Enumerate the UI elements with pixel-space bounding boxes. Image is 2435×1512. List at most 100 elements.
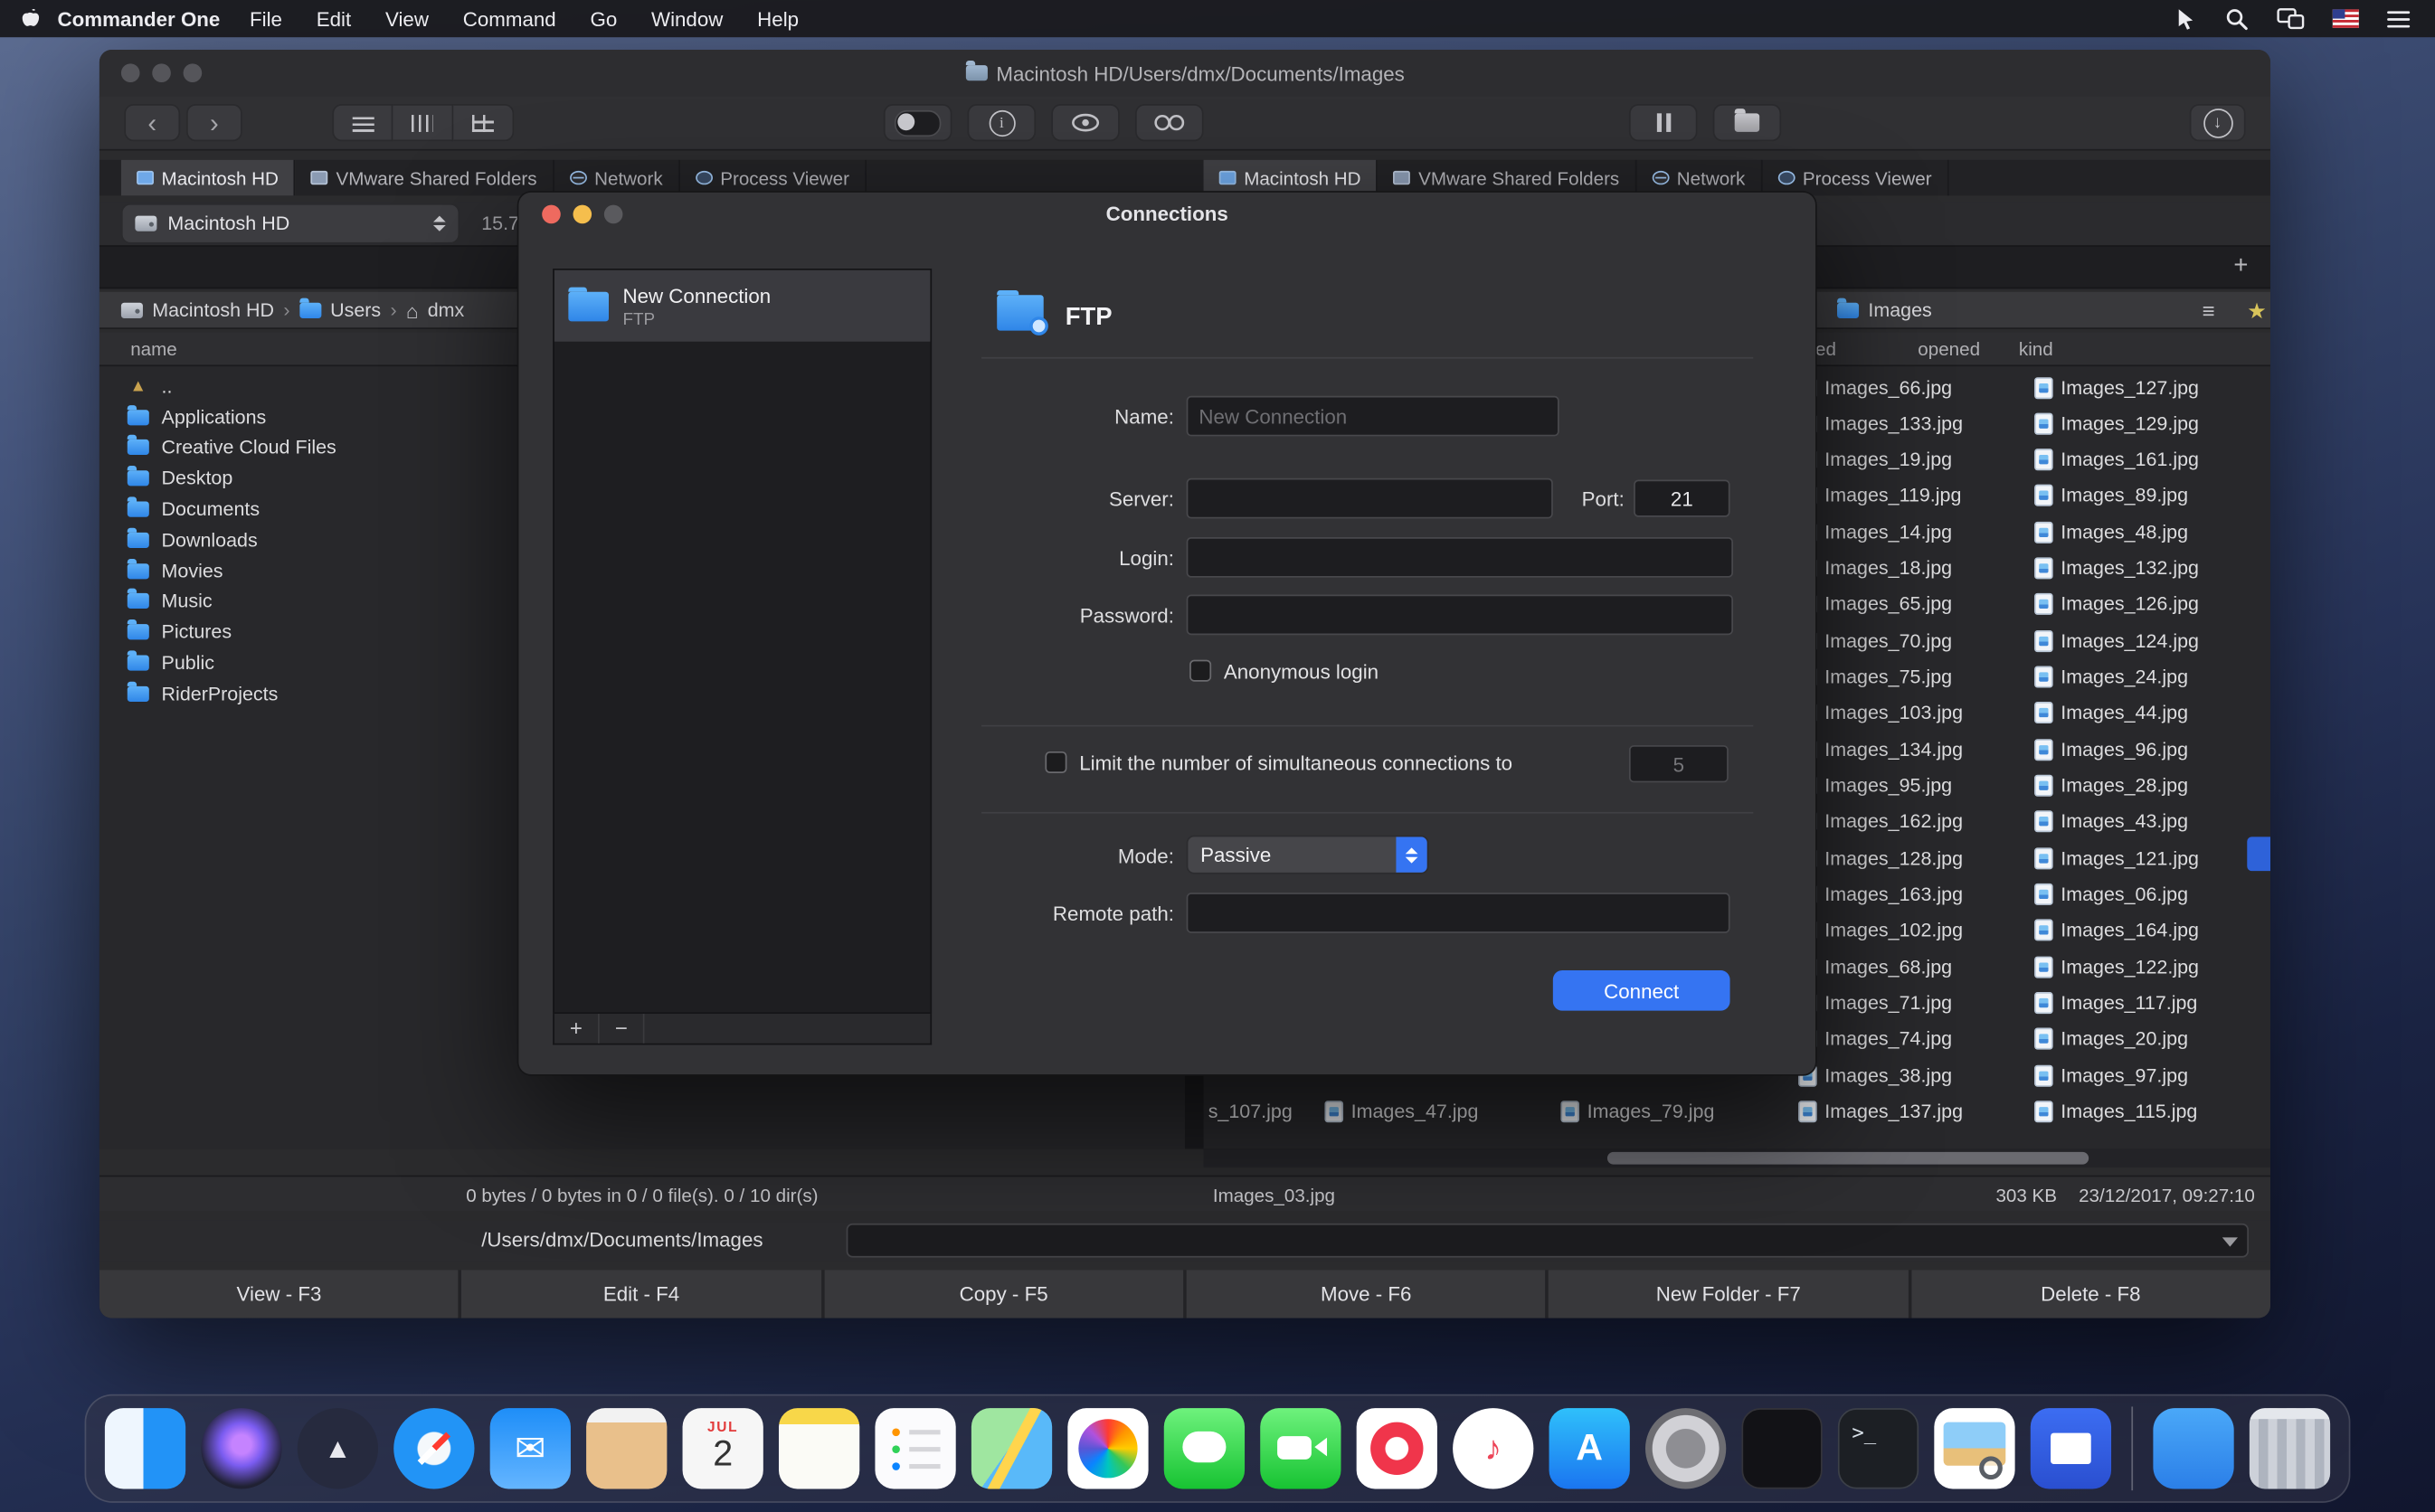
file-item[interactable]: Images_137.jpg bbox=[1798, 1094, 1963, 1129]
file-item[interactable]: Images_70.jpg bbox=[1798, 623, 1952, 658]
menu-item-edit[interactable]: Edit bbox=[299, 7, 368, 31]
crumb-images[interactable]: Images bbox=[1868, 299, 1931, 321]
port-field[interactable] bbox=[1634, 480, 1729, 517]
login-field[interactable] bbox=[1187, 537, 1733, 578]
file-item[interactable]: Images_96.jpg bbox=[2034, 732, 2188, 767]
scrollbar-thumb[interactable] bbox=[1607, 1152, 2089, 1165]
forward-button[interactable]: › bbox=[186, 104, 242, 141]
view-thumbs-button[interactable] bbox=[453, 104, 514, 141]
dock-icon-safari[interactable] bbox=[393, 1408, 474, 1488]
file-item[interactable]: Images_65.jpg bbox=[1798, 587, 1952, 622]
copy-f5-button[interactable]: Copy - F5 bbox=[821, 1270, 1184, 1318]
file-item[interactable]: Images_14.jpg bbox=[1798, 515, 1952, 550]
view-full-button[interactable] bbox=[332, 104, 393, 141]
column-header-kind[interactable]: kind bbox=[2019, 332, 2053, 366]
dock-icon-launchpad[interactable]: ▲ bbox=[298, 1408, 378, 1488]
anonymous-login-checkbox[interactable] bbox=[1189, 660, 1211, 682]
edit-f4-button[interactable]: Edit - F4 bbox=[459, 1270, 821, 1318]
file-item[interactable]: Images_43.jpg bbox=[2034, 804, 2188, 839]
search-files-button[interactable] bbox=[1135, 104, 1204, 141]
limit-connections-checkbox[interactable] bbox=[1045, 751, 1066, 773]
file-item-clipped[interactable]: s_107.jpg bbox=[1208, 1094, 1293, 1129]
dock-icon-photos[interactable] bbox=[1067, 1408, 1148, 1488]
dock-icon-itunes[interactable]: ♪ bbox=[1453, 1408, 1533, 1488]
horizontal-scrollbar[interactable] bbox=[1204, 1148, 2270, 1167]
menu-item-window[interactable]: Window bbox=[634, 7, 740, 31]
connection-list-item[interactable]: New Connection FTP bbox=[554, 270, 930, 342]
file-item[interactable]: Images_122.jpg bbox=[2034, 949, 2199, 984]
downloads-queue-button[interactable]: ↓ bbox=[2190, 104, 2246, 141]
password-field[interactable] bbox=[1187, 595, 1733, 636]
file-item[interactable]: Images_18.jpg bbox=[1798, 551, 1952, 586]
name-field[interactable] bbox=[1187, 396, 1559, 437]
file-item[interactable]: Images_48.jpg bbox=[2034, 515, 2188, 550]
menu-item-go[interactable]: Go bbox=[573, 7, 635, 31]
file-item[interactable]: Images_162.jpg bbox=[1798, 804, 1963, 839]
drive-selector[interactable]: Macintosh HD bbox=[121, 203, 460, 244]
add-tab-button[interactable]: + bbox=[2227, 253, 2255, 281]
column-header-ed[interactable]: ed bbox=[1815, 332, 1836, 366]
mode-select[interactable]: Passive bbox=[1187, 836, 1429, 874]
file-item[interactable]: Images_133.jpg bbox=[1798, 406, 1963, 441]
column-header-opened[interactable]: opened bbox=[1918, 332, 1980, 366]
remote-path-field[interactable] bbox=[1187, 893, 1730, 933]
dock-icon-mail[interactable]: ✉ bbox=[490, 1408, 571, 1488]
menu-item-file[interactable]: File bbox=[232, 7, 299, 31]
quick-look-button[interactable] bbox=[1051, 104, 1120, 141]
dock-icon-app-store[interactable]: A bbox=[1549, 1408, 1630, 1488]
crumb-users[interactable]: Users bbox=[330, 299, 381, 321]
menu-item-command[interactable]: Command bbox=[446, 7, 573, 31]
file-item[interactable]: Images_126.jpg bbox=[2034, 587, 2199, 622]
dock-icon-messages[interactable] bbox=[1164, 1408, 1245, 1488]
chevron-down-icon[interactable] bbox=[2222, 1237, 2238, 1246]
toggle-hidden-files-button[interactable] bbox=[884, 104, 952, 141]
apple-menu-icon[interactable] bbox=[19, 6, 43, 31]
dock-icon-facetime[interactable] bbox=[1260, 1408, 1341, 1488]
search-icon[interactable] bbox=[2225, 7, 2249, 31]
get-info-button[interactable]: i bbox=[968, 104, 1037, 141]
remove-connection-button[interactable]: − bbox=[600, 1014, 645, 1044]
column-header-name[interactable]: name bbox=[130, 332, 177, 366]
crumb-dmx[interactable]: dmx bbox=[428, 299, 465, 321]
add-connection-button[interactable]: + bbox=[554, 1014, 600, 1044]
file-item[interactable]: Images_97.jpg bbox=[2034, 1058, 2188, 1093]
menu-app-name[interactable]: Commander One bbox=[58, 7, 221, 31]
dock-icon-siri[interactable] bbox=[201, 1408, 281, 1488]
file-item[interactable]: Images_89.jpg bbox=[2034, 478, 2188, 514]
file-item[interactable]: Images_164.jpg bbox=[2034, 912, 2199, 948]
file-item[interactable]: Images_79.jpg bbox=[1560, 1094, 1714, 1129]
dock-icon-finder[interactable] bbox=[105, 1408, 185, 1488]
file-item[interactable]: Images_132.jpg bbox=[2034, 551, 2199, 586]
file-item[interactable]: Images_121.jpg bbox=[2034, 840, 2199, 875]
file-item[interactable]: Images_38.jpg bbox=[1798, 1058, 1952, 1093]
move-f6-button[interactable]: Move - F6 bbox=[1183, 1270, 1546, 1318]
file-item[interactable]: Images_102.jpg bbox=[1798, 912, 1963, 948]
app-switcher-icon[interactable] bbox=[2387, 8, 2411, 28]
menu-item-view[interactable]: View bbox=[368, 7, 446, 31]
dock-icon-preview[interactable] bbox=[1934, 1408, 2014, 1488]
dock-icon-reminders[interactable] bbox=[875, 1408, 955, 1488]
file-item[interactable]: Images_124.jpg bbox=[2034, 623, 2199, 658]
view-f3-button[interactable]: View - F3 bbox=[99, 1270, 459, 1318]
dock-icon-system-preferences[interactable] bbox=[1645, 1408, 1726, 1488]
file-item[interactable]: Images_75.jpg bbox=[1798, 659, 1952, 695]
dock-icon-books[interactable] bbox=[2031, 1408, 2111, 1488]
menu-item-help[interactable]: Help bbox=[740, 7, 816, 31]
file-item[interactable]: Images_134.jpg bbox=[1798, 732, 1963, 767]
file-item[interactable]: Images_115.jpg bbox=[2034, 1094, 2197, 1129]
left-tab-macintosh-hd[interactable]: Macintosh HD bbox=[121, 160, 296, 195]
file-item[interactable]: Images_71.jpg bbox=[1798, 986, 1952, 1021]
left-tab-vmware[interactable]: VMware Shared Folders bbox=[296, 160, 554, 195]
file-item[interactable]: Images_47.jpg bbox=[1324, 1094, 1478, 1129]
delete-f8-button[interactable]: Delete - F8 bbox=[1908, 1270, 2270, 1318]
new-folder-f7-button[interactable]: New Folder - F7 bbox=[1546, 1270, 1909, 1318]
file-item[interactable]: Images_06.jpg bbox=[2034, 876, 2188, 912]
view-brief-button[interactable] bbox=[393, 104, 453, 141]
file-item[interactable]: Images_28.jpg bbox=[2034, 768, 2188, 803]
dock-icon-terminal[interactable]: >_ bbox=[1838, 1408, 1919, 1488]
file-item[interactable]: Images_19.jpg bbox=[1798, 442, 1952, 477]
file-item[interactable]: Images_95.jpg bbox=[1798, 768, 1952, 803]
favorites-star-icon[interactable]: ★ bbox=[2247, 292, 2267, 329]
file-item[interactable]: Images_68.jpg bbox=[1798, 949, 1952, 984]
window-titlebar[interactable]: Macintosh HD/Users/dmx/Documents/Images bbox=[99, 50, 2270, 98]
